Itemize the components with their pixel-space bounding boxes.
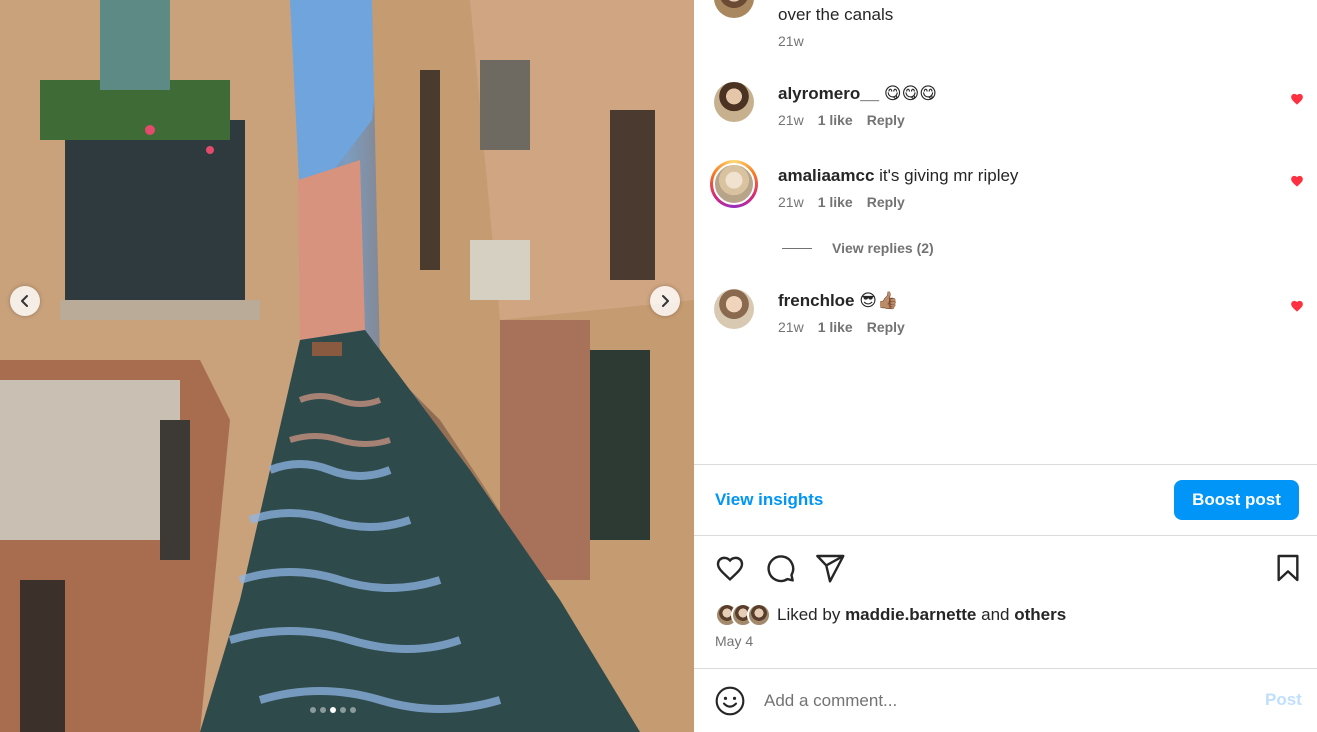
venice-canal-image bbox=[0, 0, 694, 732]
add-comment-bar: Post bbox=[694, 669, 1317, 732]
comment-time[interactable]: 21w bbox=[778, 194, 804, 210]
send-icon bbox=[816, 554, 845, 583]
reply-button[interactable]: Reply bbox=[867, 319, 905, 335]
avatar[interactable] bbox=[714, 0, 754, 18]
caption-item: over the canals 21w bbox=[714, 0, 1304, 49]
carousel-prev-button[interactable] bbox=[10, 286, 40, 316]
comment-username[interactable]: alyromero__ bbox=[778, 84, 879, 103]
comment-item: frenchloe 😎👍🏽 21w 1 like Reply bbox=[714, 289, 1304, 349]
comment-text: it's giving mr ripley bbox=[879, 166, 1019, 185]
caption-time[interactable]: 21w bbox=[778, 33, 804, 49]
comment-text: 😋😋😋 bbox=[883, 84, 938, 103]
carousel-dot-active bbox=[330, 707, 336, 713]
divider bbox=[694, 535, 1317, 536]
post-comment-button[interactable]: Post bbox=[1265, 690, 1302, 710]
comment-time[interactable]: 21w bbox=[778, 112, 804, 128]
comment-username[interactable]: amaliaamcc bbox=[778, 166, 874, 185]
heart-icon[interactable] bbox=[1290, 174, 1304, 188]
post-photo bbox=[0, 0, 694, 732]
comment-icon bbox=[767, 555, 795, 583]
carousel-dot bbox=[340, 707, 346, 713]
liker-avatars bbox=[715, 603, 771, 627]
avatar bbox=[747, 603, 771, 627]
divider bbox=[694, 464, 1317, 465]
comment-likes[interactable]: 1 like bbox=[818, 194, 853, 210]
emoji-icon[interactable] bbox=[714, 685, 746, 717]
likes-prefix: Liked by bbox=[777, 605, 841, 624]
boost-post-button[interactable]: Boost post bbox=[1174, 480, 1299, 520]
share-button[interactable] bbox=[814, 552, 846, 584]
reply-button[interactable]: Reply bbox=[867, 112, 905, 128]
view-replies-divider bbox=[782, 247, 812, 249]
post-side-panel: over the canals 21w alyromero__ 😋😋😋 21w … bbox=[694, 0, 1317, 732]
carousel-dots bbox=[310, 707, 356, 713]
comment-text: 😎👍🏽 bbox=[859, 291, 899, 310]
likes-summary: Liked by maddie.barnette and others bbox=[715, 603, 1066, 627]
caption-text: over the canals bbox=[778, 5, 894, 24]
reply-button[interactable]: Reply bbox=[867, 194, 905, 210]
avatar[interactable] bbox=[714, 82, 754, 122]
view-replies-button[interactable]: View replies (2) bbox=[782, 240, 934, 256]
comment-item: alyromero__ 😋😋😋 21w 1 like Reply bbox=[714, 82, 1304, 142]
carousel-dot bbox=[350, 707, 356, 713]
comment-input[interactable] bbox=[764, 687, 1224, 715]
chevron-left-icon bbox=[21, 295, 28, 307]
comment-item: amaliaamcc it's giving mr ripley 21w 1 l… bbox=[710, 160, 1304, 224]
heart-icon[interactable] bbox=[1290, 299, 1304, 313]
liker-username[interactable]: maddie.barnette bbox=[845, 605, 976, 625]
avatar[interactable] bbox=[714, 289, 754, 329]
likes-others-link[interactable]: others bbox=[1014, 605, 1066, 625]
avatar-story-ring[interactable] bbox=[710, 160, 758, 208]
view-insights-link[interactable]: View insights bbox=[715, 490, 823, 510]
comment-button[interactable] bbox=[764, 552, 796, 584]
heart-icon[interactable] bbox=[1290, 92, 1304, 106]
carousel-dot bbox=[310, 707, 316, 713]
post-date[interactable]: May 4 bbox=[715, 633, 753, 649]
bookmark-icon bbox=[1277, 554, 1299, 582]
carousel-dot bbox=[320, 707, 326, 713]
heart-outline-icon bbox=[716, 556, 744, 581]
comment-username[interactable]: frenchloe bbox=[778, 291, 855, 310]
post-actions bbox=[714, 552, 846, 584]
comment-likes[interactable]: 1 like bbox=[818, 112, 853, 128]
chevron-right-icon bbox=[662, 295, 669, 307]
likes-and: and bbox=[981, 605, 1010, 624]
carousel-next-button[interactable] bbox=[650, 286, 680, 316]
view-replies-label: View replies (2) bbox=[832, 240, 934, 256]
like-button[interactable] bbox=[714, 552, 746, 584]
comment-time[interactable]: 21w bbox=[778, 319, 804, 335]
save-button[interactable] bbox=[1272, 552, 1304, 584]
comment-likes[interactable]: 1 like bbox=[818, 319, 853, 335]
